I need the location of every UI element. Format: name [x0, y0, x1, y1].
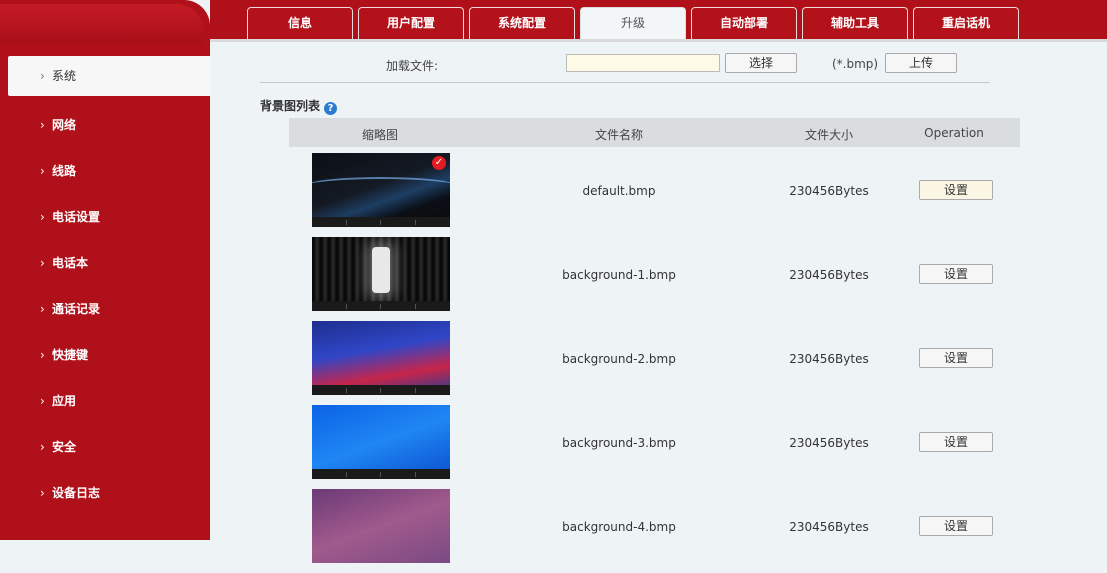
- tab-user-config[interactable]: 用户配置: [358, 7, 464, 39]
- table-row: ✓ default.bmp 230456Bytes 设置: [289, 153, 1020, 237]
- set-button[interactable]: 设置: [919, 516, 993, 536]
- table-row: background-2.bmp 230456Bytes 设置: [289, 321, 1020, 405]
- header-thumbnail: 缩略图: [361, 128, 398, 142]
- table-row: background-3.bmp 230456Bytes 设置: [289, 405, 1020, 489]
- sidebar-header: [0, 0, 210, 48]
- chevron-right-icon: ›: [40, 348, 45, 362]
- chevron-right-icon: ›: [40, 256, 45, 270]
- file-name: background-1.bmp: [562, 268, 676, 282]
- sidebar-item-phone-settings[interactable]: › 电话设置: [0, 194, 210, 240]
- top-tab-bar: 信息 用户配置 系统配置 升级 自动部署 辅助工具 重启话机: [210, 0, 1107, 42]
- set-button[interactable]: 设置: [919, 180, 993, 200]
- sidebar-item-call-log[interactable]: › 通话记录: [0, 286, 210, 332]
- chevron-right-icon: ›: [40, 486, 45, 500]
- file-size: 230456Bytes: [789, 352, 869, 366]
- chevron-right-icon: ›: [40, 210, 45, 224]
- sidebar-item-device-log[interactable]: › 设备日志: [0, 470, 210, 516]
- tab-reboot[interactable]: 重启话机: [913, 7, 1019, 39]
- section-title: 背景图列表?: [260, 97, 338, 115]
- thumbnail-image: [312, 489, 450, 563]
- file-name: background-4.bmp: [562, 520, 676, 534]
- sidebar-item-label: 快捷键: [52, 348, 89, 362]
- header-file-size: 文件大小: [804, 128, 853, 142]
- sidebar-item-function-keys[interactable]: › 快捷键: [0, 332, 210, 378]
- sidebar-item-label: 电话设置: [52, 210, 101, 224]
- divider: [260, 82, 990, 83]
- chevron-right-icon: ›: [40, 69, 45, 83]
- set-button[interactable]: 设置: [919, 264, 993, 284]
- sidebar-item-label: 安全: [52, 440, 77, 454]
- header-operation: Operation: [924, 126, 984, 140]
- file-size: 230456Bytes: [789, 268, 869, 282]
- file-path-field[interactable]: [566, 54, 720, 72]
- chevron-right-icon: ›: [40, 394, 45, 408]
- sidebar-item-security[interactable]: › 安全: [0, 424, 210, 470]
- tab-auto-provision[interactable]: 自动部署: [691, 7, 797, 39]
- wave-decoration: [312, 177, 450, 197]
- sidebar-item-label: 网络: [52, 118, 77, 132]
- header-file-name: 文件名称: [594, 128, 643, 142]
- tab-system-config[interactable]: 系统配置: [469, 7, 575, 39]
- thumbnail-image: ✓: [312, 153, 450, 227]
- file-name: default.bmp: [582, 184, 656, 198]
- load-file-label: 加载文件:: [386, 59, 439, 73]
- main-content: 加载文件: 选择 (*.bmp) 上传 背景图列表? 缩略图 文件名称 文件大小…: [210, 42, 1107, 563]
- thumbnail-image: [312, 237, 450, 311]
- sidebar-item-label: 设备日志: [52, 486, 101, 500]
- sidebar-item-lines[interactable]: › 线路: [0, 148, 210, 194]
- sidebar: › 系统 › 网络 › 线路 › 电话设置 › 电话本 › 通话记录 › 快捷键…: [0, 0, 210, 540]
- chevron-right-icon: ›: [40, 440, 45, 454]
- table-row: background-1.bmp 230456Bytes 设置: [289, 237, 1020, 321]
- sidebar-item-applications[interactable]: › 应用: [0, 378, 210, 424]
- file-size: 230456Bytes: [789, 436, 869, 450]
- tab-info[interactable]: 信息: [247, 7, 353, 39]
- thumbnail-bar: [312, 217, 450, 227]
- thumbnail-image: [312, 321, 450, 395]
- tab-upgrade[interactable]: 升级: [580, 7, 686, 39]
- thumbnail-image: [312, 405, 450, 479]
- file-size: 230456Bytes: [789, 520, 869, 534]
- sidebar-item-label: 线路: [52, 164, 77, 178]
- file-name: background-3.bmp: [562, 436, 676, 450]
- background-list-title: 背景图列表: [260, 99, 321, 113]
- table-row: background-4.bmp 230456Bytes 设置: [289, 489, 1020, 573]
- thumbnail-bar: [312, 301, 450, 311]
- thumbnail-bar: [312, 469, 450, 479]
- sidebar-item-system[interactable]: › 系统: [8, 56, 210, 96]
- sidebar-item-label: 电话本: [52, 256, 89, 270]
- sidebar-item-network[interactable]: › 网络: [0, 102, 210, 148]
- tab-tools[interactable]: 辅助工具: [802, 7, 908, 39]
- chevron-right-icon: ›: [40, 118, 45, 132]
- file-size: 230456Bytes: [789, 184, 869, 198]
- upload-button[interactable]: 上传: [885, 53, 957, 73]
- file-name: background-2.bmp: [562, 352, 676, 366]
- table-header: 缩略图 文件名称 文件大小 Operation: [289, 118, 1020, 147]
- file-type-hint: (*.bmp): [832, 57, 879, 71]
- sidebar-item-label: 系统: [52, 69, 77, 83]
- checkmark-icon: ✓: [432, 156, 446, 170]
- sidebar-item-phonebook[interactable]: › 电话本: [0, 240, 210, 286]
- sidebar-item-label: 应用: [52, 394, 77, 408]
- question-circle-icon[interactable]: ?: [324, 102, 338, 115]
- glow-decoration: [372, 247, 390, 293]
- chevron-right-icon: ›: [40, 164, 45, 178]
- set-button[interactable]: 设置: [919, 348, 993, 368]
- upload-row: 加载文件: 选择 (*.bmp) 上传: [210, 52, 1107, 78]
- thumbnail-bar: [312, 385, 450, 395]
- set-button[interactable]: 设置: [919, 432, 993, 452]
- sidebar-item-label: 通话记录: [52, 302, 101, 316]
- chevron-right-icon: ›: [40, 302, 45, 316]
- select-file-button[interactable]: 选择: [725, 53, 797, 73]
